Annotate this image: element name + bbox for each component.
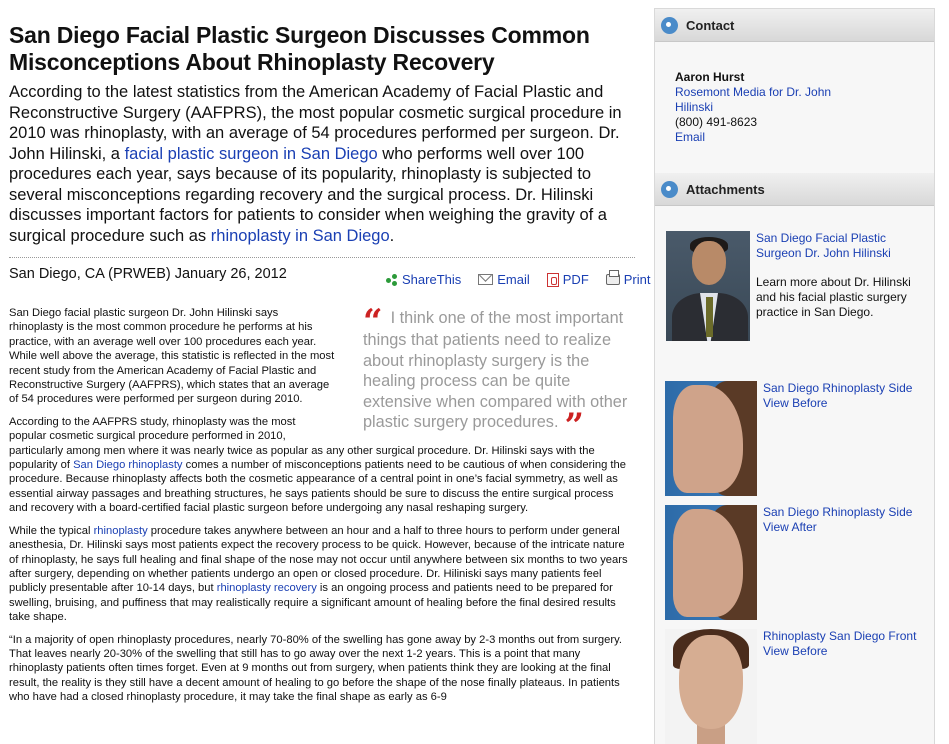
contact-name: Aaron Hurst	[675, 70, 745, 84]
email-icon	[478, 274, 494, 285]
email-label[interactable]: Email	[497, 272, 530, 287]
paragraph-text: While the typical	[9, 524, 94, 537]
article-main: San Diego Facial Plastic Surgeon Discuss…	[9, 22, 635, 246]
sharethis-button[interactable]: ShareThis	[386, 272, 461, 287]
attachments-header: Attachments	[655, 173, 934, 206]
contact-panel: Aaron Hurst Rosemont Media for Dr. John …	[655, 42, 934, 145]
link-rhinoplasty-san-diego[interactable]: rhinoplasty in San Diego	[211, 227, 390, 245]
attachment-item: San Diego Rhinoplasty Side View Before	[665, 381, 923, 496]
attachment-thumbnail-portrait[interactable]	[666, 231, 750, 341]
link-san-diego-rhinoplasty[interactable]: San Diego rhinoplasty	[73, 459, 182, 471]
article-body: “I think one of the most important thing…	[9, 305, 635, 713]
contact-phone: (800) 491-8623	[675, 115, 758, 129]
attachment-item: San Diego Rhinoplasty Side View After	[665, 505, 923, 620]
link-rhinoplasty-recovery[interactable]: rhinoplasty recovery	[217, 582, 317, 594]
pdf-button[interactable]: PDF	[546, 272, 589, 287]
attachment-item: San Diego Facial Plastic Surgeon Dr. Joh…	[666, 231, 916, 341]
print-button[interactable]: Print	[605, 270, 651, 287]
attachment-thumbnail-side-before[interactable]	[665, 381, 757, 496]
pdf-label[interactable]: PDF	[563, 272, 589, 287]
sidebar: Contact Aaron Hurst Rosemont Media for D…	[654, 8, 935, 744]
print-icon	[605, 270, 620, 285]
divider	[9, 257, 635, 258]
summary-text: .	[389, 226, 395, 245]
contact-org-link[interactable]: Rosemont Media for Dr. John Hilinski	[675, 85, 845, 115]
contact-email-link[interactable]: Email	[675, 130, 845, 145]
print-label[interactable]: Print	[624, 272, 651, 287]
attachment-title-link[interactable]: San Diego Facial Plastic Surgeon Dr. Joh…	[756, 231, 891, 260]
contact-icon	[661, 16, 678, 34]
attachments-icon	[661, 180, 678, 198]
article-summary: According to the latest statistics from …	[9, 82, 635, 246]
attachment-title-link[interactable]: San Diego Rhinoplasty Side View After	[763, 505, 912, 534]
contact-title: Contact	[686, 17, 735, 33]
email-button[interactable]: Email	[478, 272, 530, 287]
paragraph: “In a majority of open rhinoplasty proce…	[9, 633, 622, 704]
attachment-item: Rhinoplasty San Diego Front View Before	[665, 629, 923, 744]
pull-quote-text: I think one of the most important things…	[363, 309, 628, 431]
link-facial-plastic-surgeon[interactable]: facial plastic surgeon in San Diego	[125, 145, 378, 163]
link-rhinoplasty[interactable]: rhinoplasty	[94, 525, 148, 537]
close-quote-icon: ”	[564, 406, 585, 446]
pdf-icon	[546, 272, 559, 287]
attachment-thumbnail-side-after[interactable]	[665, 505, 757, 620]
share-icon	[386, 273, 398, 286]
attachment-description: Learn more about Dr. Hilinski and his fa…	[756, 275, 911, 319]
attachment-title-link[interactable]: Rhinoplasty San Diego Front View Before	[763, 629, 916, 658]
attachment-title-link[interactable]: San Diego Rhinoplasty Side View Before	[763, 381, 912, 410]
sharethis-label[interactable]: ShareThis	[402, 272, 461, 287]
paragraph: While the typical rhinoplasty procedure …	[9, 524, 635, 625]
article-headline: San Diego Facial Plastic Surgeon Discuss…	[9, 22, 590, 75]
contact-header: Contact	[655, 9, 934, 42]
share-toolbar: ShareThis Email PDF Print	[386, 270, 651, 287]
pull-quote: “I think one of the most important thing…	[363, 305, 631, 443]
attachments-title: Attachments	[686, 181, 765, 197]
dateline: San Diego, CA (PRWEB) January 26, 2012	[9, 266, 287, 282]
attachment-thumbnail-front-before[interactable]	[665, 629, 757, 744]
